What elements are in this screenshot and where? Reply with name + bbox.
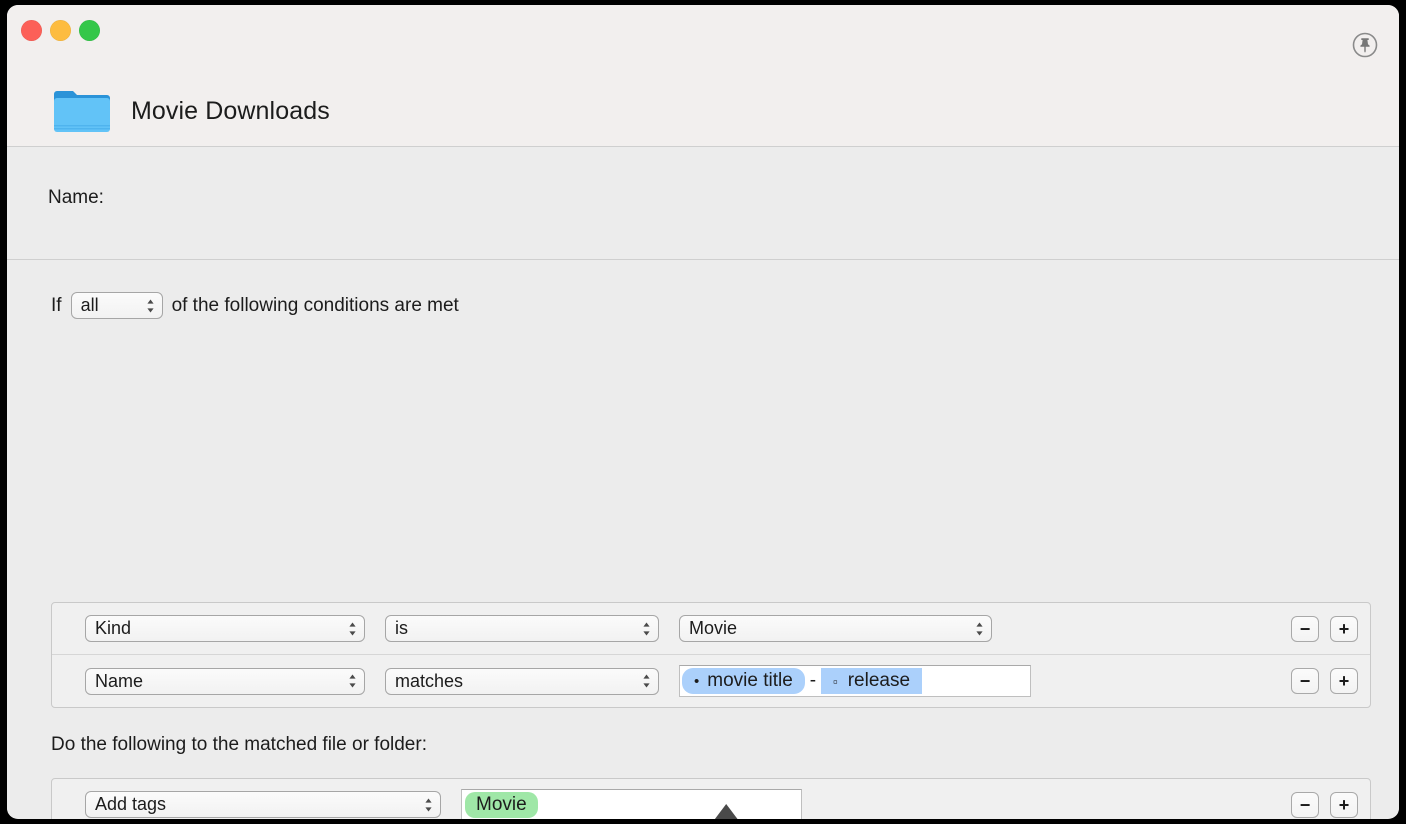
name-section: Name: bbox=[7, 147, 1399, 367]
conditions-suffix-label: of the following conditions are met bbox=[171, 294, 459, 316]
condition-attribute-value: Name bbox=[95, 670, 144, 691]
remove-action-button[interactable]: − bbox=[1291, 791, 1319, 818]
rule-editor-body: If all of the following conditions are m… bbox=[7, 260, 1399, 819]
row-buttons: − + bbox=[1291, 791, 1358, 818]
condition-row: Kind is Movie − + bbox=[52, 603, 1370, 655]
pin-icon bbox=[1352, 32, 1378, 58]
condition-operator-value: is bbox=[395, 618, 408, 638]
condition-pattern-field[interactable]: • movie title - ▫ release bbox=[679, 665, 1031, 697]
add-action-button[interactable]: + bbox=[1330, 791, 1358, 818]
pattern-token[interactable]: • movie title bbox=[682, 668, 805, 694]
conditions-group: Kind is Movie − + Name matches • movie t… bbox=[51, 602, 1371, 708]
chevron-updown-icon bbox=[425, 798, 432, 811]
zoom-button[interactable] bbox=[79, 20, 100, 41]
chevron-updown-icon bbox=[146, 299, 154, 312]
name-label: Name: bbox=[48, 187, 104, 208]
page-title: Movie Downloads bbox=[131, 96, 330, 125]
pattern-separator: - bbox=[809, 670, 817, 691]
token-label: movie title bbox=[707, 670, 793, 691]
condition-value-select[interactable]: Movie bbox=[679, 615, 992, 642]
plus-icon: + bbox=[1338, 794, 1350, 815]
minus-icon: − bbox=[1299, 794, 1311, 815]
condition-value: Movie bbox=[689, 618, 738, 638]
titlebar: Movie Downloads bbox=[7, 5, 1399, 147]
condition-match-row: If all of the following conditions are m… bbox=[51, 292, 459, 319]
condition-operator-select[interactable]: is bbox=[385, 615, 659, 642]
close-button[interactable] bbox=[21, 20, 42, 41]
condition-operator-value: matches bbox=[395, 670, 464, 691]
add-condition-button[interactable]: + bbox=[1330, 668, 1358, 694]
remove-condition-button[interactable]: − bbox=[1291, 615, 1319, 642]
folder-icon bbox=[52, 87, 112, 135]
chevron-updown-icon bbox=[976, 622, 983, 635]
action-type-value: Add tags bbox=[95, 794, 167, 814]
condition-row: Name matches • movie title - ▫ release −… bbox=[52, 655, 1370, 707]
token-label: release bbox=[847, 670, 911, 691]
window-controls bbox=[21, 20, 100, 41]
plus-icon: + bbox=[1338, 671, 1350, 691]
match-mode-value: all bbox=[80, 295, 99, 315]
chevron-updown-icon bbox=[643, 622, 650, 635]
tag-label: Movie bbox=[476, 793, 527, 815]
actions-group: Add tags Movie − + bbox=[51, 778, 1371, 819]
minus-icon: − bbox=[1299, 671, 1311, 691]
row-buttons: − + bbox=[1291, 668, 1358, 694]
remove-condition-button[interactable]: − bbox=[1291, 668, 1319, 694]
plus-icon: + bbox=[1338, 618, 1350, 639]
condition-operator-select[interactable]: matches bbox=[385, 667, 659, 695]
chevron-updown-icon bbox=[349, 674, 356, 688]
token-bullet-icon: • bbox=[694, 672, 700, 690]
row-buttons: − + bbox=[1291, 615, 1358, 642]
action-type-select[interactable]: Add tags bbox=[85, 791, 441, 818]
chevron-updown-icon bbox=[349, 622, 356, 635]
chevron-updown-icon bbox=[714, 804, 737, 819]
app-window: Movie Downloads Name: If all bbox=[7, 5, 1399, 819]
minimize-button[interactable] bbox=[50, 20, 71, 41]
if-label: If bbox=[51, 294, 62, 316]
pattern-token[interactable]: ▫ release bbox=[821, 668, 923, 694]
document-header: Movie Downloads bbox=[52, 87, 330, 135]
actions-label: Do the following to the matched file or … bbox=[51, 734, 427, 755]
minus-icon: − bbox=[1299, 618, 1311, 639]
token-square-icon: ▫ bbox=[833, 673, 838, 689]
pin-button[interactable] bbox=[1348, 28, 1382, 62]
condition-attribute-select[interactable]: Name bbox=[85, 667, 365, 695]
tag-token[interactable]: Movie bbox=[465, 791, 538, 818]
condition-attribute-value: Kind bbox=[95, 618, 132, 638]
chevron-updown-icon bbox=[643, 674, 650, 688]
add-condition-button[interactable]: + bbox=[1330, 615, 1358, 642]
match-mode-select[interactable]: all bbox=[70, 292, 163, 319]
condition-attribute-select[interactable]: Kind bbox=[85, 615, 365, 642]
